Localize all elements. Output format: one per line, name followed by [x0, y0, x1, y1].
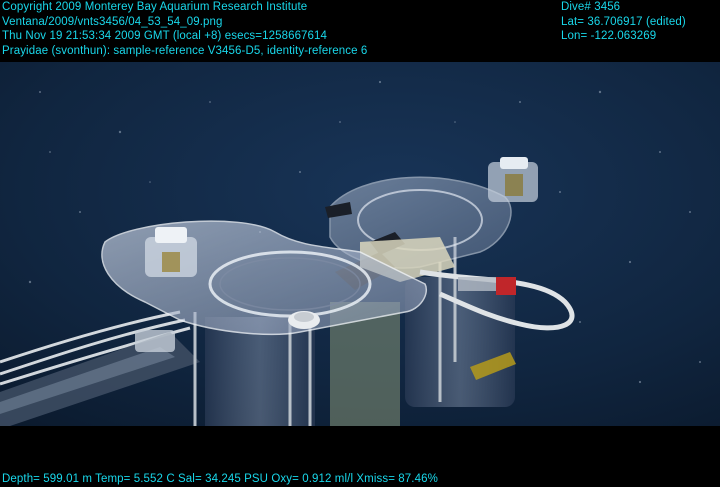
identification-line: Prayidae (svonthun): sample-reference V3…	[2, 44, 368, 57]
sampler-apparatus-image	[0, 62, 720, 426]
copyright-line: Copyright 2009 Monterey Bay Aquarium Res…	[2, 1, 308, 13]
header-info-block: Copyright 2009 Monterey Bay Aquarium Res…	[2, 0, 367, 58]
dive-location-block: Dive# 3456 Lat= 36.706917 (edited) Lon= …	[561, 0, 686, 44]
file-path-line: Ventana/2009/vnts3456/04_53_54_09.png	[2, 15, 223, 28]
dive-number: Dive# 3456	[561, 1, 621, 13]
video-frame: Copyright 2009 Monterey Bay Aquarium Res…	[0, 0, 720, 486]
sensor-readout: Depth= 599.01 m Temp= 5.552 C Sal= 34.24…	[2, 473, 438, 485]
timestamp-line: Thu Nov 19 21:53:34 2009 GMT (local +8) …	[2, 30, 328, 42]
underwater-scene	[0, 62, 720, 426]
red-valve	[496, 277, 516, 295]
latitude: Lat= 36.706917 (edited)	[561, 15, 686, 28]
longitude: Lon= -122.063269	[561, 30, 657, 42]
